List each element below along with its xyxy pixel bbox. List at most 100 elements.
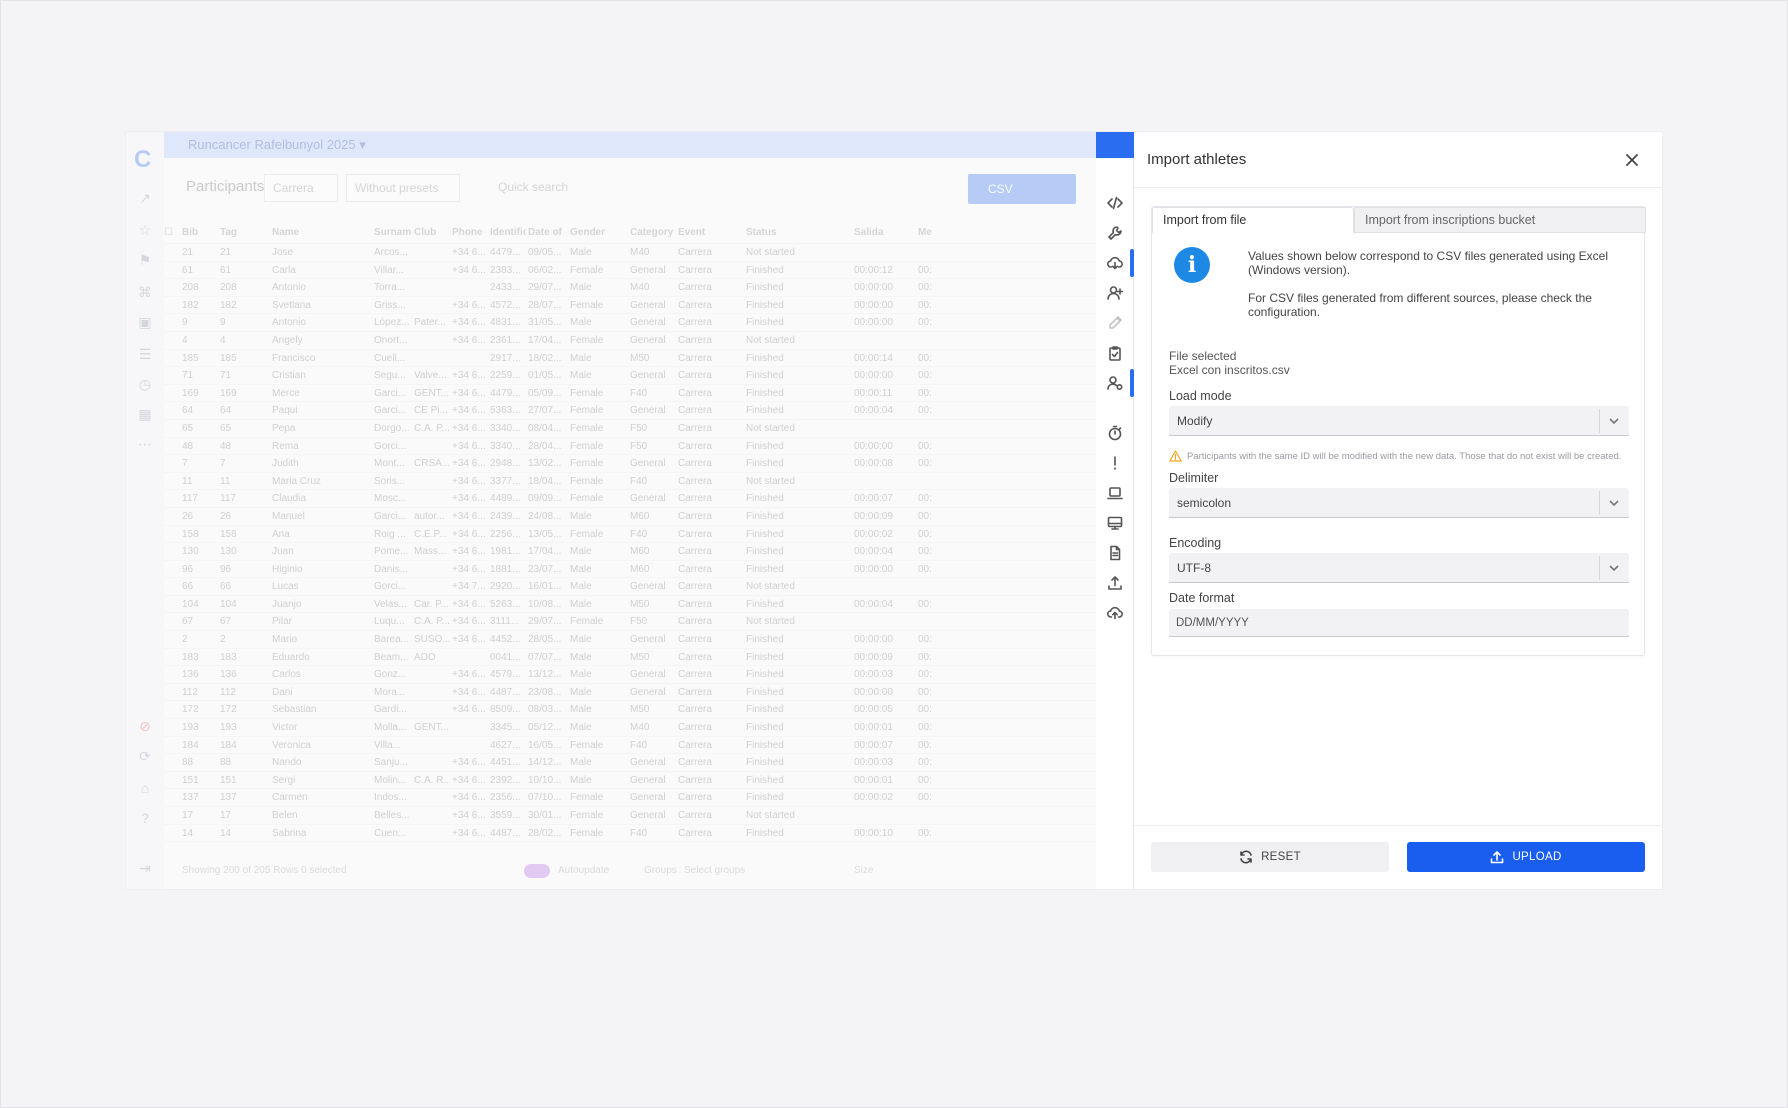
monitor-icon[interactable] <box>1103 512 1127 534</box>
grid-icon[interactable]: ▦ <box>135 404 155 424</box>
table-row[interactable]: 17 17 Belen Belles... +34 6... 3559... 30/01..… <box>164 807 1096 825</box>
table-cell: Female <box>570 739 604 751</box>
table-cell: 00:00:04 <box>854 405 893 417</box>
quick-search-input[interactable]: Quick search <box>490 174 750 202</box>
table-row[interactable]: 130 130 Juan Pome... Mass... +34 6... 1981... 1… <box>164 543 1096 561</box>
table-row[interactable]: 151 151 Sergi Molin... C.A. R... +34 6... 2392… <box>164 772 1096 790</box>
trophy-icon[interactable]: ☆ <box>135 220 155 240</box>
table-cell: Mont... <box>374 458 405 470</box>
column-header[interactable]: Status <box>746 227 852 238</box>
table-row[interactable]: 183 183 Eduardo Beam... ADO 0041... 07/07... Ma… <box>164 649 1096 667</box>
table-row[interactable]: 66 66 Lucas Gorci... +34 7... 2920... 16/01...… <box>164 578 1096 596</box>
table-row[interactable]: 26 26 Manuel Garci... autor... +34 6... 2439..… <box>164 508 1096 526</box>
logout-icon[interactable]: ⇥ <box>135 858 155 878</box>
table-row[interactable]: 64 64 Paqui Garci... CE Pi... +34 6... 5363...… <box>164 402 1096 420</box>
table-row[interactable]: 65 65 Pepa Dorgo... C.A. P... +34 6... 3340...… <box>164 420 1096 438</box>
table-cell: 48 <box>182 440 194 452</box>
date-format-input[interactable] <box>1169 609 1629 637</box>
table-cell: Female <box>570 493 604 505</box>
table-row[interactable]: 104 104 Juanjo Velas... Car. P... +34 6... 526… <box>164 596 1096 614</box>
table-row[interactable]: 14 14 Sabrina Cuen... +34 6... 4487... 28/02..… <box>164 825 1096 843</box>
column-header[interactable]: Bib <box>182 227 218 238</box>
size-input[interactable]: Size <box>854 865 873 876</box>
table-row[interactable]: 9 9 Antonio López... Pater... +34 6... 4831...… <box>164 314 1096 332</box>
clock-icon[interactable]: ◷ <box>135 374 155 394</box>
groups-select[interactable]: Select groups <box>684 865 745 876</box>
network-icon[interactable]: ⌘ <box>135 282 155 302</box>
table-row[interactable]: 112 112 Dani Mora... +34 6... 4487... 23/08...… <box>164 684 1096 702</box>
file-text-icon[interactable] <box>1103 542 1127 564</box>
autoupdate-toggle[interactable] <box>524 864 550 878</box>
column-header[interactable]: Surname <box>374 227 412 238</box>
event-select[interactable]: Carrera <box>264 174 338 202</box>
load-mode-select[interactable]: Modify <box>1169 406 1629 436</box>
scan-icon[interactable]: ▣ <box>135 312 155 332</box>
sync-icon[interactable]: ⟳ <box>135 746 155 766</box>
table-row[interactable]: 158 158 Ana Roig ... C.E.P... +34 6... 2256...… <box>164 526 1096 544</box>
csv-button[interactable]: CSV <box>968 174 1076 204</box>
table-row[interactable]: 96 96 Higinio Danis... +34 6... 1881... 23/07.… <box>164 561 1096 579</box>
ban-icon[interactable]: ⊘ <box>135 716 155 736</box>
upload-button[interactable]: UPLOAD <box>1407 842 1645 872</box>
encoding-select[interactable]: UTF-8 <box>1169 553 1629 583</box>
clipboard-check-icon[interactable] <box>1103 342 1127 364</box>
add-user-icon[interactable] <box>1103 282 1127 304</box>
table-row[interactable]: 172 172 Sebastian Gardi... +34 6... 8509... 08… <box>164 701 1096 720</box>
table-cell: +34 6... <box>452 704 486 716</box>
table-row[interactable]: 182 182 Svetlana Griss... +34 6... 4572... 28/… <box>164 297 1096 315</box>
table-row[interactable]: 193 193 Victor Molla... GENT... 3345... 05/12.… <box>164 719 1096 737</box>
event-selector[interactable]: Runcancer Rafelbunyol 2025 ▾ <box>164 132 1096 158</box>
table-row[interactable]: 117 117 Claudia Mosc... +34 6... 4489... 09/09… <box>164 490 1096 508</box>
table-row[interactable]: 208 208 Antonio Torra... 2433... 29/07... Male… <box>164 279 1096 297</box>
table-row[interactable]: 137 137 Carmen Indos... +34 6... 2356... 07/10… <box>164 789 1096 807</box>
table-row[interactable]: 184 184 Veronica Villa... 4627... 16/05... Fem… <box>164 737 1096 755</box>
wrench-icon[interactable] <box>1103 222 1127 244</box>
home-icon[interactable]: ⌂ <box>135 778 155 798</box>
close-button[interactable] <box>1620 148 1644 172</box>
column-header[interactable]: Salida <box>854 227 916 238</box>
code-icon[interactable] <box>1103 192 1127 214</box>
column-header[interactable]: Category <box>630 227 676 238</box>
edit-icon[interactable] <box>1103 312 1127 334</box>
table-row[interactable]: 71 71 Cristian Segu... Valve... +34 6... 2259.… <box>164 367 1096 385</box>
column-header[interactable]: Me <box>918 227 962 238</box>
tab-import-from-file[interactable]: Import from file <box>1152 207 1354 233</box>
column-header[interactable]: Date of <box>528 227 568 238</box>
document-icon[interactable]: ☰ <box>135 344 155 364</box>
table-row[interactable]: 7 7 Judith Mont... CRSA... +34 6... 2948... 13/… <box>164 455 1096 473</box>
user-settings-icon[interactable] <box>1103 372 1127 394</box>
column-header[interactable]: Identific <box>490 227 526 238</box>
tab-import-from-inscriptions-bucket[interactable]: Import from inscriptions bucket <box>1354 207 1646 233</box>
table-row[interactable]: 21 21 Jose Arcos... +34 6... 4479... 09/05... M… <box>164 244 1096 262</box>
table-row[interactable]: 48 48 Rema Gorci... +34 6... 3340... 28/04... F… <box>164 438 1096 456</box>
stopwatch-icon[interactable] <box>1103 422 1127 444</box>
laptop-icon[interactable] <box>1103 482 1127 504</box>
table-row[interactable]: 4 4 Angely Onort... +34 6... 2361... 17/04... F… <box>164 332 1096 350</box>
upload-tray-icon[interactable] <box>1103 572 1127 594</box>
column-header[interactable]: Gender <box>570 227 628 238</box>
table-row[interactable]: 185 185 Francisco Cuell... 2917... 18/02... Ma… <box>164 350 1096 368</box>
cloud-upload-icon[interactable] <box>1103 602 1127 624</box>
preset-select[interactable]: Without presets <box>346 174 460 202</box>
delimiter-select[interactable]: semicolon <box>1169 488 1629 518</box>
column-header[interactable]: Club <box>414 227 450 238</box>
table-row[interactable]: 67 67 Pilar Luqu... C.A. P... +34 6... 3111...… <box>164 613 1096 632</box>
table-row[interactable]: 136 136 Carlos Gonz... +34 6... 4579... 13/12.… <box>164 666 1096 684</box>
select-all-checkbox[interactable]: ☐ <box>164 227 173 238</box>
column-header[interactable]: Phone <box>452 227 488 238</box>
column-header[interactable]: Name <box>272 227 372 238</box>
column-header[interactable]: Tag <box>220 227 270 238</box>
help-icon[interactable]: ? <box>135 808 155 828</box>
table-row[interactable]: 11 11 Maria Cruz Soris... +34 6... 3377... 18/… <box>164 473 1096 491</box>
runner-icon[interactable]: ⚑ <box>135 250 155 270</box>
column-header[interactable]: Event <box>678 227 744 238</box>
table-row[interactable]: 88 88 Nando Sanju... +34 6... 4451... 14/12...… <box>164 754 1096 772</box>
table-row[interactable]: 169 169 Merce Garci... GENT... +34 6... 4479..… <box>164 385 1096 403</box>
chart-icon[interactable]: ↗ <box>135 188 155 208</box>
more-icon[interactable]: ⋯ <box>135 434 155 454</box>
alert-icon[interactable] <box>1103 452 1127 474</box>
table-row[interactable]: 61 61 Carla Villar... +34 6... 2383... 06/02..… <box>164 262 1096 280</box>
table-row[interactable]: 2 2 Mario Barea... SUSO... +34 6... 4452... 28/… <box>164 631 1096 649</box>
reset-button[interactable]: RESET <box>1151 842 1389 872</box>
cloud-download-icon[interactable] <box>1103 252 1127 274</box>
